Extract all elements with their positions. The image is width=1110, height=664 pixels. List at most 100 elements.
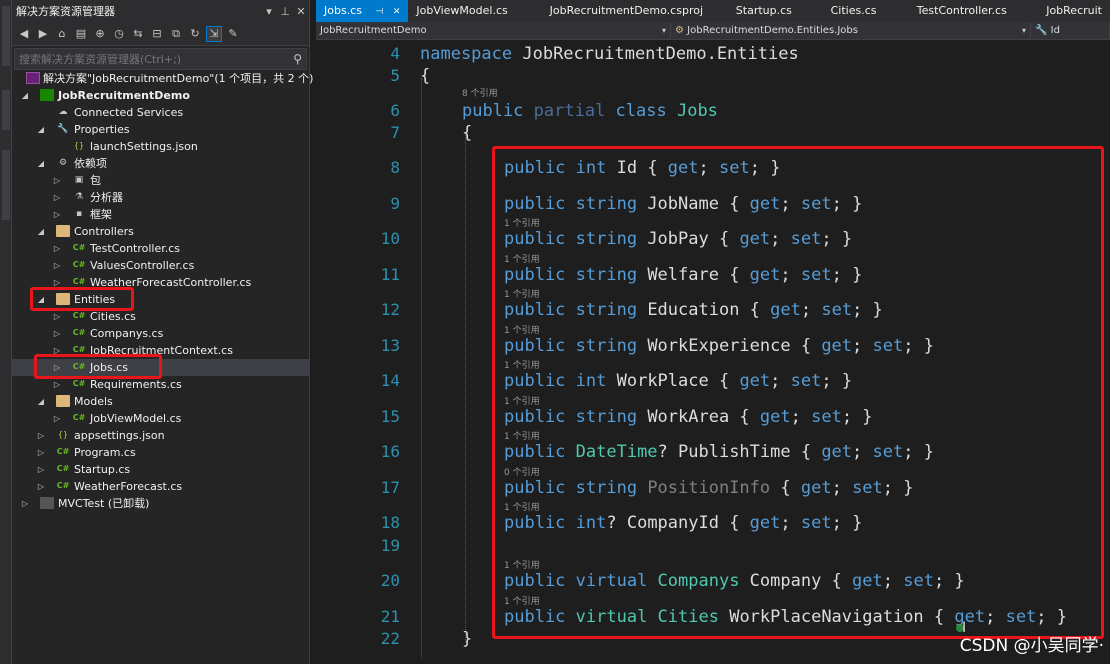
tree-row-connected-services[interactable]: ☁ Connected Services [12,104,309,121]
vertical-tab-toolbox[interactable] [2,90,10,130]
code-line[interactable]: 13 public string WorkExperience { get; se… [316,334,1110,358]
pin-icon[interactable]: ⊥ [277,5,293,18]
collapsed-arrow-icon[interactable]: ▷ [52,172,62,189]
close-icon[interactable]: ✕ [293,5,309,18]
tree-row-appsettings[interactable]: ▷ {} appsettings.json [12,427,309,444]
sync-icon[interactable]: ⇆ [130,26,146,42]
show-all-files-icon[interactable]: ⧉ [168,26,184,42]
tab-testcontroller[interactable]: TestController.cs [909,0,1038,22]
tab-csproj[interactable]: JobRecruitmentDemo.csproj [542,0,728,22]
codelens-references[interactable]: 1 个引用 [504,500,540,513]
close-icon[interactable]: ✕ [393,7,401,17]
collapsed-arrow-icon[interactable]: ▷ [36,461,46,478]
codelens-references[interactable]: 1 个引用 [504,323,540,336]
tree-row-weatherforecast[interactable]: ▷ C# WeatherForecast.cs [12,478,309,495]
dropdown-icon[interactable]: ▾ [261,5,277,18]
codelens-references[interactable]: 8 个引用 [462,86,498,99]
search-icon[interactable]: ⚲ [293,52,302,66]
codelens-references[interactable]: 1 个引用 [504,394,540,407]
tree-row-models[interactable]: ◢ Models [12,393,309,410]
class-dropdown[interactable]: ⚙ JobRecruitmentDemo.Entities.Jobs ▾ [671,22,1031,39]
codelens-references[interactable]: 1 个引用 [504,594,540,607]
tab-startup[interactable]: Startup.cs [728,0,823,22]
collapsed-arrow-icon[interactable]: ▷ [36,478,46,495]
collapsed-arrow-icon[interactable]: ▷ [20,495,30,512]
expanded-arrow-icon[interactable]: ◢ [36,121,46,138]
explorer-search-box[interactable]: ⚲ [14,48,307,70]
refresh-icon[interactable]: ↻ [187,26,203,42]
code-line[interactable]: 10 public string JobPay { get; set; } [316,227,1110,251]
code-line[interactable]: 9 public string JobName { get; set; } [316,192,1110,216]
code-line[interactable]: 7{ [316,121,1110,145]
vertical-tab-server-explorer[interactable] [2,6,10,66]
tree-row-properties[interactable]: ◢ 🔧 Properties [12,121,309,138]
tree-row-program[interactable]: ▷ C# Program.cs [12,444,309,461]
tree-row-launchsettings[interactable]: {} launchSettings.json [12,138,309,155]
tree-row-controllers[interactable]: ◢ Controllers [12,223,309,240]
tab-jobs-cs[interactable]: Jobs.cs ⊣ ✕ [316,0,409,22]
codelens-references[interactable]: 0 个引用 [504,465,540,478]
switch-views-icon[interactable]: ▤ [73,26,89,42]
project-dropdown[interactable]: JobRecruitmentDemo ▾ [316,22,671,39]
codelens-references[interactable]: 1 个引用 [504,216,540,229]
tab-jobviewmodel[interactable]: JobViewModel.cs [408,0,541,22]
tree-row-project[interactable]: ◢ JobRecruitmentDemo [12,87,309,104]
pin-icon[interactable]: ⊣ [375,7,383,17]
collapsed-arrow-icon[interactable]: ▷ [36,427,46,444]
tree-row-packages[interactable]: ▷ ▣ 包 [12,172,309,189]
code-line[interactable]: 19 [316,534,1110,558]
collapsed-arrow-icon[interactable]: ▷ [52,189,62,206]
expanded-arrow-icon[interactable]: ◢ [36,223,46,240]
code-line[interactable]: 16 public DateTime? PublishTime { get; se… [316,440,1110,464]
code-line[interactable]: 21 public virtual Cities WorkPlaceNavigat… [316,605,1110,629]
collapsed-arrow-icon[interactable]: ▷ [52,240,62,257]
code-line[interactable]: 11 public string Welfare { get; set; } [316,263,1110,287]
preview-selected-icon[interactable]: ⇲ [206,25,222,42]
expanded-arrow-icon[interactable]: ◢ [36,155,46,172]
code-line[interactable]: 20 public virtual Companys Company { get;… [316,569,1110,593]
tree-row-startup[interactable]: ▷ C# Startup.cs [12,461,309,478]
code-area[interactable]: 4 namespace JobRecruitmentDemo.Entities 5{… [316,40,1110,664]
code-line[interactable]: 12 public string Education { get; set; } [316,298,1110,322]
history-icon[interactable]: ◷ [111,26,127,42]
tree-row-solution[interactable]: 解决方案"JobRecruitmentDemo"(1 个项目，共 2 个) [12,70,313,87]
properties-wrench-icon[interactable]: ✎ [225,26,241,42]
code-line[interactable]: 14 public int WorkPlace { get; set; } [316,369,1110,393]
code-line[interactable]: 5{ [316,64,1110,88]
code-line[interactable]: 6 public partial class Jobs [316,99,1110,123]
codelens-references[interactable]: 1 个引用 [504,252,540,265]
vertical-tab-git[interactable] [2,150,10,220]
chevron-down-icon[interactable]: ▾ [662,22,666,39]
tree-row-testcontroller[interactable]: ▷ C# TestController.cs [12,240,309,257]
tree-row-valuescontroller[interactable]: ▷ C# ValuesController.cs [12,257,309,274]
chevron-down-icon[interactable]: ▾ [1022,22,1026,39]
tree-row-dependencies[interactable]: ◢ ⚙ 依赖项 [12,155,309,172]
codelens-references[interactable]: 1 个引用 [504,558,540,571]
collapsed-arrow-icon[interactable]: ▷ [36,444,46,461]
search-input[interactable] [19,52,294,66]
codelens-references[interactable]: 1 个引用 [504,287,540,300]
code-line[interactable]: 15 public string WorkArea { get; set; } [316,405,1110,429]
collapsed-arrow-icon[interactable]: ▷ [52,410,62,427]
tree-row-frameworks[interactable]: ▷ ▪ 框架 [12,206,309,223]
code-line[interactable]: 17 public string PositionInfo { get; set;… [316,476,1110,500]
collapsed-arrow-icon[interactable]: ▷ [52,325,62,342]
code-line[interactable]: 18 public int? CompanyId { get; set; } [316,511,1110,535]
tree-row-mvctest[interactable]: ▷ MVCTest (已卸载) [12,495,309,512]
code-line[interactable]: 4 namespace JobRecruitmentDemo.Entities [316,42,1110,66]
tab-cities[interactable]: Cities.cs [823,0,909,22]
code-line[interactable]: 8 public int Id { get; set; } [316,156,1110,180]
tree-row-jobviewmodel[interactable]: ▷ C# JobViewModel.cs [12,410,309,427]
tab-jobrecruit[interactable]: JobRecruit [1038,0,1110,22]
tree-row-companys[interactable]: ▷ C# Companys.cs [12,325,309,342]
tree-row-analyzers[interactable]: ▷ ⚗ 分析器 [12,189,309,206]
member-dropdown[interactable]: 🔧 Id [1031,22,1110,39]
pending-changes-icon[interactable]: ⊕ [92,26,108,42]
expanded-arrow-icon[interactable]: ◢ [36,393,46,410]
codelens-references[interactable]: 1 个引用 [504,358,540,371]
home-icon[interactable]: ⌂ [54,26,70,42]
back-icon[interactable]: ◀ [16,26,32,42]
expanded-arrow-icon[interactable]: ◢ [20,87,30,104]
collapsed-arrow-icon[interactable]: ▷ [52,206,62,223]
codelens-references[interactable]: 1 个引用 [504,429,540,442]
